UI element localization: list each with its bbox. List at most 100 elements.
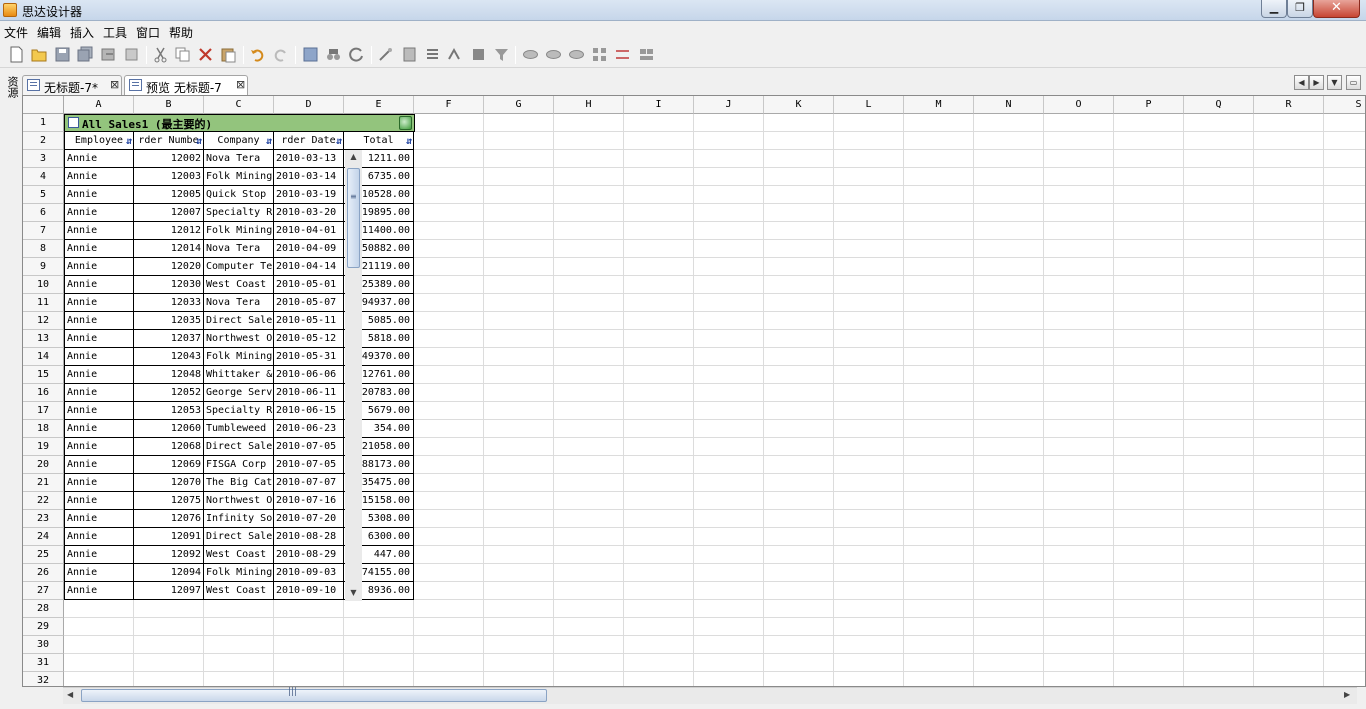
row-header[interactable]: 18 — [23, 420, 64, 438]
table-cell[interactable]: Nova Tera — [204, 294, 274, 312]
table-cell[interactable]: Annie — [64, 150, 134, 168]
column-header[interactable]: N — [974, 96, 1044, 114]
paste-icon[interactable] — [220, 46, 237, 63]
table-cell[interactable]: Annie — [64, 276, 134, 294]
sort-icon[interactable]: ⇵ — [336, 133, 342, 149]
table-cell[interactable]: FISGA Corp — [204, 456, 274, 474]
table-cell[interactable]: 12037 — [134, 330, 204, 348]
copy-icon[interactable] — [174, 46, 191, 63]
filter-icon[interactable] — [493, 46, 510, 63]
table-cell[interactable]: 12092 — [134, 546, 204, 564]
table-cell[interactable]: 2010-05-12 — [274, 330, 344, 348]
close-button[interactable]: ✕ — [1313, 0, 1360, 18]
table-column-header[interactable]: Employee ⇵ — [64, 132, 134, 150]
chart-icon[interactable] — [470, 46, 487, 63]
table-title-band[interactable]: All Sales1 (最主要的) — [64, 114, 415, 132]
row-header[interactable]: 17 — [23, 402, 64, 420]
table-cell[interactable]: 2010-07-05 — [274, 438, 344, 456]
row-header[interactable]: 1 — [23, 114, 64, 132]
table-cell[interactable]: Direct Sale — [204, 312, 274, 330]
column-header[interactable]: K — [764, 96, 834, 114]
menu-insert[interactable]: 插入 — [70, 24, 94, 41]
table-cell[interactable]: Quick Stop — [204, 186, 274, 204]
table-cell[interactable]: 12020 — [134, 258, 204, 276]
table-cell[interactable]: 2010-06-23 — [274, 420, 344, 438]
tab-close-icon[interactable]: ⊠ — [110, 78, 119, 91]
table-cell[interactable]: Annie — [64, 186, 134, 204]
refresh-icon[interactable] — [348, 46, 365, 63]
table-cell[interactable]: Infinity So — [204, 510, 274, 528]
row-header[interactable]: 22 — [23, 492, 64, 510]
table-cell[interactable]: West Coast ( — [204, 582, 274, 600]
table-cell[interactable]: 12012 — [134, 222, 204, 240]
export-icon[interactable] — [100, 46, 117, 63]
table-cell[interactable]: Annie — [64, 456, 134, 474]
row-header[interactable]: 25 — [23, 546, 64, 564]
table-cell[interactable]: Annie — [64, 438, 134, 456]
table-cell[interactable]: 2010-03-19 — [274, 186, 344, 204]
table-cell[interactable]: 12030 — [134, 276, 204, 294]
row-header[interactable]: 21 — [23, 474, 64, 492]
redo-icon[interactable] — [272, 46, 289, 63]
undo-icon[interactable] — [249, 46, 266, 63]
horizontal-scrollbar[interactable]: ◀ ||| ▶ — [63, 687, 1357, 704]
table-cell[interactable]: Annie — [64, 330, 134, 348]
table-cell[interactable]: 2010-09-03 — [274, 564, 344, 582]
column-header[interactable]: H — [554, 96, 624, 114]
row-header[interactable]: 24 — [23, 528, 64, 546]
table-cell[interactable]: Annie — [64, 294, 134, 312]
table-cell[interactable]: 12005 — [134, 186, 204, 204]
table-cell[interactable]: 2010-03-20 — [274, 204, 344, 222]
table-cell[interactable]: 2010-08-28 — [274, 528, 344, 546]
row-header[interactable]: 32 — [23, 672, 64, 686]
open-folder-icon[interactable] — [31, 46, 48, 63]
table-cell[interactable]: 12076 — [134, 510, 204, 528]
column-header[interactable]: B — [134, 96, 204, 114]
column-header[interactable]: Q — [1184, 96, 1254, 114]
table-vertical-scrollbar[interactable]: ▲ ≡ ▼ — [345, 150, 362, 601]
table-cell[interactable]: Annie — [64, 258, 134, 276]
table-cell[interactable]: Annie — [64, 312, 134, 330]
table-cell[interactable]: Annie — [64, 366, 134, 384]
ungroup-icon[interactable] — [568, 46, 585, 63]
table-cell[interactable]: Tumbleweed ( — [204, 420, 274, 438]
row-header[interactable]: 30 — [23, 636, 64, 654]
select-all-corner[interactable] — [23, 96, 64, 114]
row-header[interactable]: 19 — [23, 438, 64, 456]
table-cell[interactable]: 12048 — [134, 366, 204, 384]
column-header[interactable]: D — [274, 96, 344, 114]
row-header[interactable]: 23 — [23, 510, 64, 528]
table-cell[interactable]: 12075 — [134, 492, 204, 510]
table-cell[interactable]: 12091 — [134, 528, 204, 546]
table-cell[interactable]: 2010-05-07 — [274, 294, 344, 312]
table-column-header[interactable]: rder Date ⇵ — [274, 132, 344, 150]
table-cell[interactable]: Annie — [64, 510, 134, 528]
table-cell[interactable]: Annie — [64, 402, 134, 420]
table-column-header[interactable]: Total ⇵ — [344, 132, 414, 150]
delete-icon[interactable] — [197, 46, 214, 63]
table-cell[interactable]: Annie — [64, 222, 134, 240]
save-all-icon[interactable] — [77, 46, 94, 63]
table-cell[interactable]: 12002 — [134, 150, 204, 168]
maximize-button[interactable]: ❐ — [1287, 0, 1313, 18]
table-cell[interactable]: Specialty R — [204, 204, 274, 222]
row-header[interactable]: 7 — [23, 222, 64, 240]
row-header[interactable]: 4 — [23, 168, 64, 186]
scroll-right-icon[interactable]: ▶ — [1344, 690, 1350, 699]
row-header[interactable]: 8 — [23, 240, 64, 258]
table-cell[interactable]: Annie — [64, 348, 134, 366]
table-cell[interactable]: Folk Mining — [204, 222, 274, 240]
table-column-header[interactable]: Company ⇵ — [204, 132, 274, 150]
sort-icon[interactable]: ⇵ — [406, 133, 412, 149]
scroll-thumb[interactable] — [81, 689, 547, 702]
menu-window[interactable]: 窗口 — [136, 24, 160, 41]
table-cell[interactable]: 2010-03-13 — [274, 150, 344, 168]
spreadsheet-grid[interactable]: ABCDEFGHIJKLMNOPQRS 1 2 3 4 5 6 7 8 9 10 11 12 13 14 1… — [22, 95, 1366, 687]
table-cell[interactable]: 2010-05-11 — [274, 312, 344, 330]
column-header[interactable]: F — [414, 96, 484, 114]
tab-close-icon[interactable]: ⊠ — [236, 78, 245, 91]
table-cell[interactable]: 12052 — [134, 384, 204, 402]
table-cell[interactable]: Direct Sale — [204, 438, 274, 456]
table-cell[interactable]: West Coast ( — [204, 276, 274, 294]
group-icon[interactable] — [545, 46, 562, 63]
